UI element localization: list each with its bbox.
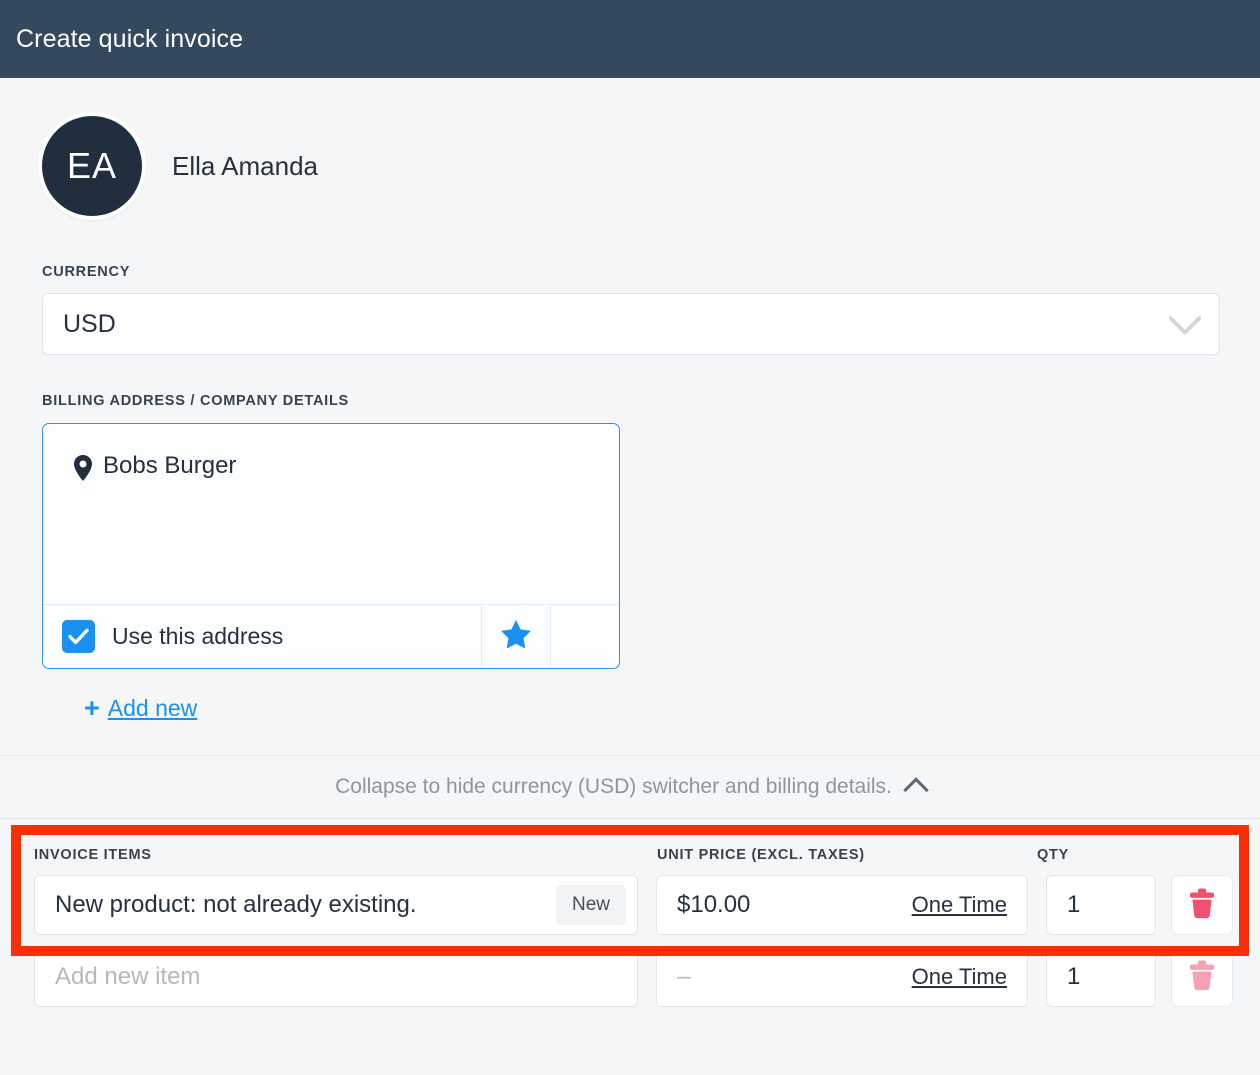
use-this-address-checkbox[interactable] [62,620,95,653]
item-name-value: New product: not already existing. [55,891,417,918]
item-qty-input[interactable]: 1 [1046,947,1156,1007]
trash-icon [1187,887,1217,924]
customer-summary: EA Ella Amanda [0,78,1260,216]
item-qty-input[interactable]: 1 [1046,875,1156,935]
add-new-address-row[interactable]: + Add new [42,669,1260,722]
star-icon [501,619,531,654]
item-unit-price-value: $10.00 [677,891,751,918]
add-new-item-placeholder: Add new item [55,963,201,990]
column-header-unit-price: UNIT PRICE (EXCL. TAXES) [657,847,865,863]
page-title: Create quick invoice [16,24,244,53]
avatar-initials: EA [66,145,118,186]
invoice-form-body: EA Ella Amanda CURRENCY USD BILLING ADDR… [0,78,1260,1007]
invoice-item-row: New product: not already existing. New $… [0,863,1260,935]
window-title-bar: Create quick invoice [0,0,1260,78]
customer-name: Ella Amanda [172,150,318,181]
invoice-item-row: Add new item – One Time 1 [0,935,1260,1007]
item-billing-cycle-link[interactable]: One Time [912,892,1007,918]
item-unit-price-input[interactable]: – One Time [656,947,1028,1007]
chevron-down-icon [1168,301,1202,336]
item-unit-price-value: – [677,963,691,990]
column-header-qty: QTY [1037,847,1070,863]
use-this-address-label: Use this address [112,623,284,649]
set-default-address-button[interactable] [481,605,550,668]
add-new-item-input[interactable]: Add new item [34,947,638,1007]
address-card-body: Bobs Burger [43,424,619,604]
currency-select[interactable]: USD [42,293,1220,355]
item-billing-cycle-link[interactable]: One Time [912,964,1007,990]
add-new-address-link[interactable]: Add new [108,695,198,722]
address-more-options-button[interactable] [550,605,619,668]
collapse-details-bar[interactable]: Collapse to hide currency (USD) switcher… [0,755,1260,819]
item-unit-price-input[interactable]: $10.00 One Time [656,875,1028,935]
invoice-items-column-headers: INVOICE ITEMS UNIT PRICE (EXCL. TAXES) Q… [0,819,1260,863]
address-name: Bobs Burger [103,452,237,479]
billing-address-group: BILLING ADDRESS / COMPANY DETAILS Bobs B… [0,355,1260,722]
delete-item-button[interactable] [1171,875,1233,935]
item-new-badge: New [555,885,626,925]
billing-address-label: BILLING ADDRESS / COMPANY DETAILS [42,393,349,409]
trash-icon [1187,959,1217,996]
plus-icon: + [84,693,100,723]
column-header-invoice-items: INVOICE ITEMS [34,847,152,863]
invoice-items-section: INVOICE ITEMS UNIT PRICE (EXCL. TAXES) Q… [0,819,1260,1007]
use-this-address-control[interactable]: Use this address [43,605,481,668]
currency-label: CURRENCY [42,264,131,280]
currency-selected-value: USD [63,309,116,338]
item-name-input[interactable]: New product: not already existing. New [34,875,638,935]
currency-field-group: CURRENCY USD [0,216,1260,355]
location-pin-icon [73,455,93,486]
avatar: EA [42,116,142,216]
address-card-footer: Use this address [43,604,619,668]
collapse-details-text: Collapse to hide currency (USD) switcher… [335,775,892,798]
address-card[interactable]: Bobs Burger Use this address [42,423,620,669]
delete-item-button[interactable] [1171,947,1233,1007]
chevron-up-icon[interactable] [903,777,929,803]
